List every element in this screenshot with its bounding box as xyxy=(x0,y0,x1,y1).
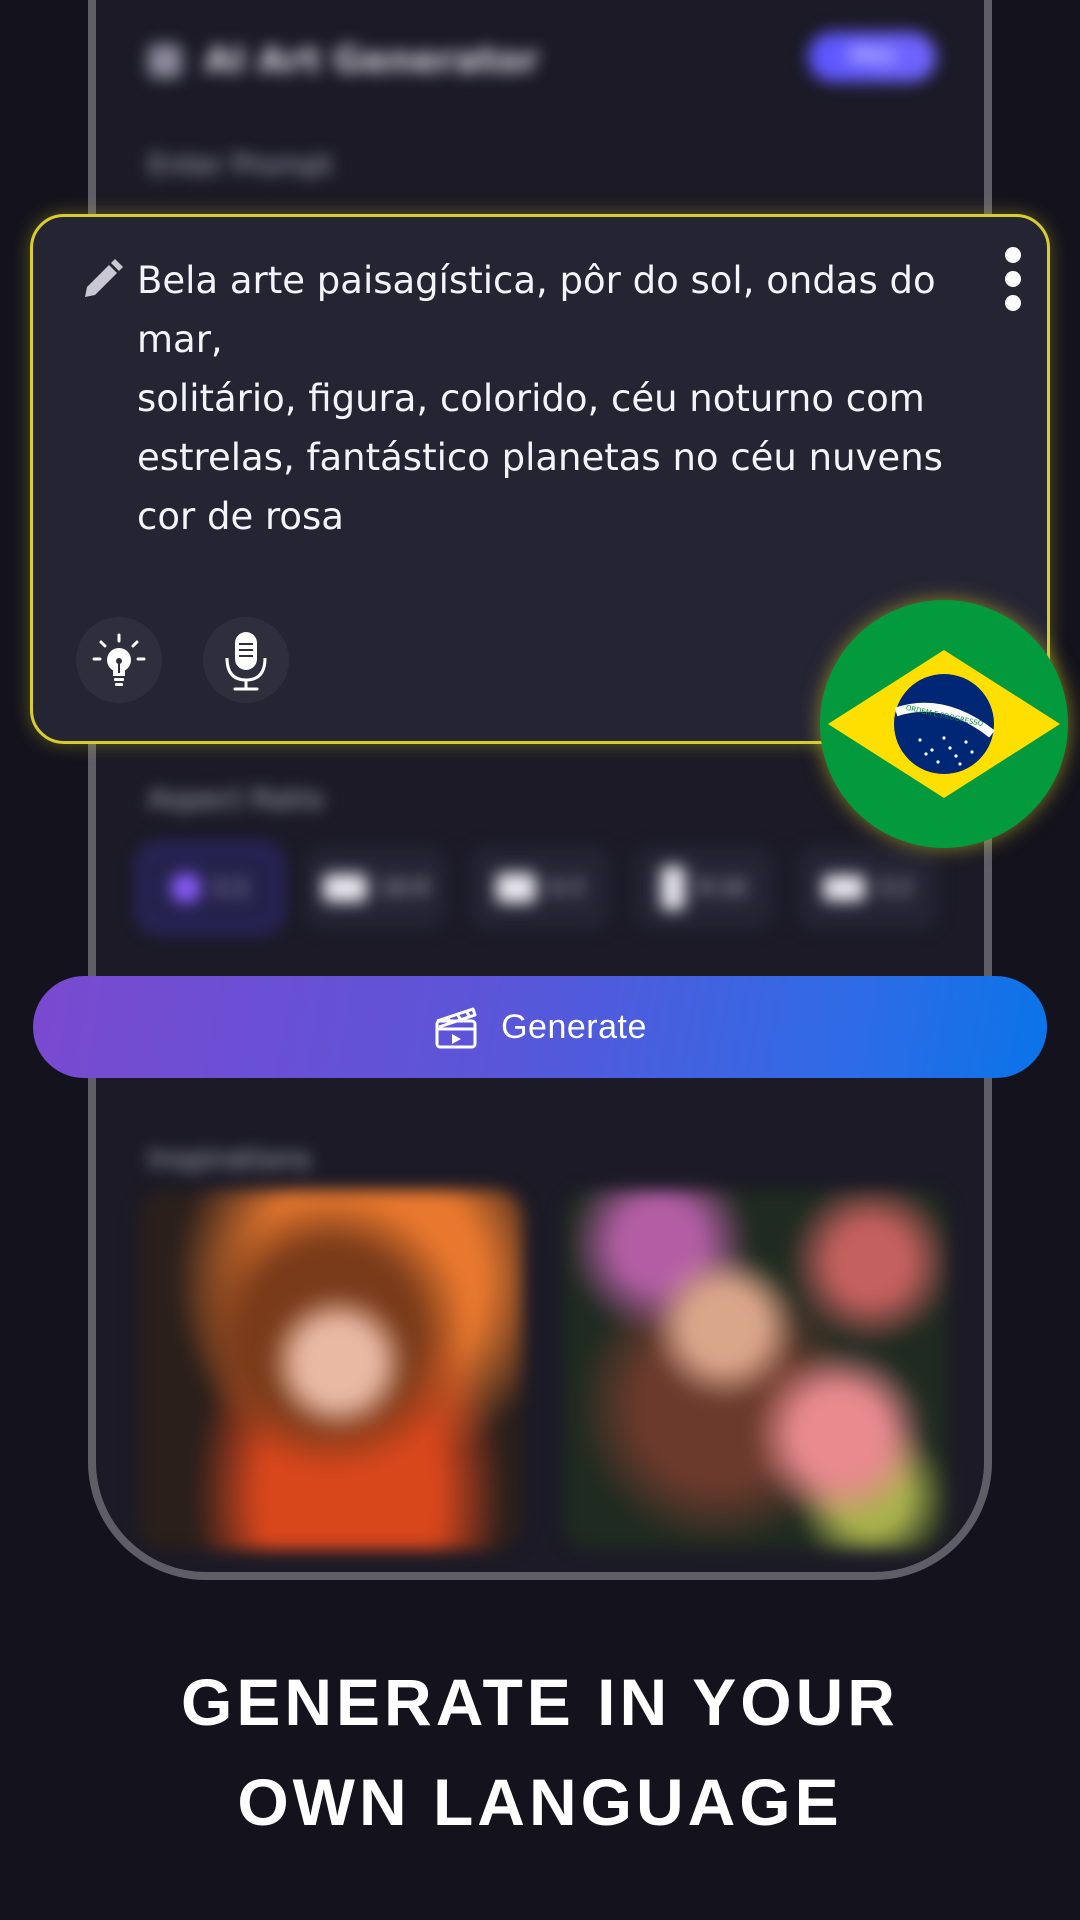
microphone-icon xyxy=(225,632,267,691)
aspect-ratio-chip: 9:16 xyxy=(634,846,774,930)
headline: GENERATE IN YOUR OWN LANGUAGE xyxy=(0,1652,1080,1852)
inspiration-image xyxy=(563,1190,948,1550)
app-header: AI Art Generator xyxy=(148,40,539,81)
prompt-section-label: Enter Prompt xyxy=(148,148,333,181)
pencil-icon xyxy=(85,259,123,297)
headline-line: GENERATE IN YOUR xyxy=(181,1665,899,1739)
prompt-line: Bela arte paisagística, pôr do sol, onda… xyxy=(137,259,936,361)
app-title: AI Art Generator xyxy=(204,40,539,81)
voice-input-button[interactable] xyxy=(203,617,289,703)
suggest-button[interactable] xyxy=(76,617,162,703)
generate-button[interactable]: Generate xyxy=(33,976,1047,1078)
aspect-ratio-label: Aspect Ratio xyxy=(148,782,324,815)
prompt-line: solitário, figura, colorido, céu noturno… xyxy=(137,377,925,420)
prompt-line: estrelas, fantástico planetas no céu nuv… xyxy=(137,436,943,479)
prompt-line: cor de rosa xyxy=(137,495,344,538)
pro-badge: PRO xyxy=(808,32,936,82)
prompt-text[interactable]: Bela arte paisagística, pôr do sol, onda… xyxy=(137,251,1007,546)
aspect-ratio-row: 1:1 16:9 4:3 9:16 3:2 xyxy=(138,840,938,936)
screen: AI Art Generator PRO Enter Prompt Aspect… xyxy=(0,0,1080,1920)
more-vertical-icon[interactable] xyxy=(1001,247,1025,311)
aspect-ratio-chip: 3:2 xyxy=(798,846,938,930)
headline-line: OWN LANGUAGE xyxy=(237,1765,843,1839)
clapperboard-icon xyxy=(435,1007,477,1049)
aspect-ratio-chip: 16:9 xyxy=(306,846,446,930)
menu-icon xyxy=(148,43,182,78)
aspect-ratio-chip: 4:3 xyxy=(470,846,610,930)
aspect-ratio-chip: 1:1 xyxy=(138,844,282,932)
generate-label: Generate xyxy=(501,1007,647,1046)
inspiration-image xyxy=(138,1190,523,1550)
inspirations-grid xyxy=(138,1190,948,1550)
lightbulb-icon xyxy=(92,633,146,686)
inspirations-label: Inspirations xyxy=(148,1142,312,1175)
brazil-flag-icon: ORDEM E PROGRESSO xyxy=(820,600,1068,848)
